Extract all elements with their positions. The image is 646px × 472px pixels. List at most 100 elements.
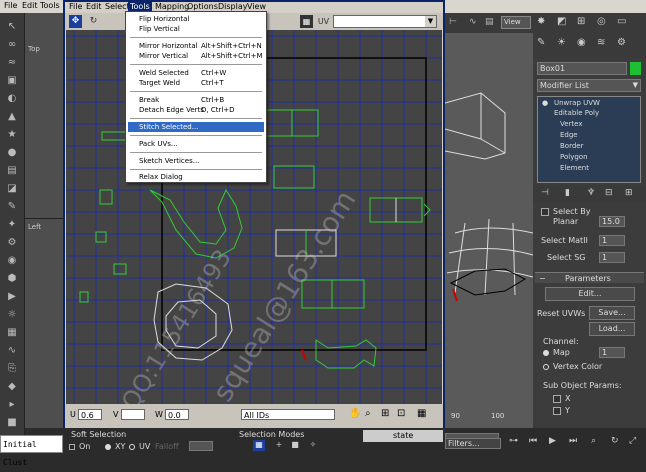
stop-icon[interactable]: ■ <box>5 417 19 429</box>
stack-item-border[interactable]: Border <box>560 142 583 150</box>
stack-item-unwrap-uvw[interactable]: Unwrap UVW <box>554 99 600 107</box>
goto-end-icon[interactable]: ⏭ <box>569 436 577 446</box>
uv-menu-tools[interactable]: Tools <box>128 2 152 11</box>
play-icon[interactable]: ▸ <box>5 399 19 411</box>
menu-item-mirror-vertical[interactable]: Mirror Vertical Alt+Shift+Ctrl+M <box>128 51 264 61</box>
edge-mode-icon[interactable]: + <box>273 440 285 451</box>
select-matid-spinner[interactable]: 1 <box>599 235 625 246</box>
scale-icon[interactable]: ▲ <box>5 111 19 123</box>
parameters-rollout-header[interactable]: − Parameters <box>535 272 644 283</box>
display-tab-icon[interactable]: ▭ <box>617 16 626 27</box>
gear-icon[interactable]: ⚙ <box>5 237 19 249</box>
remove-modifier-icon[interactable]: ⊟ <box>605 188 613 198</box>
configure-sets-icon[interactable]: ⊞ <box>625 188 633 198</box>
wrench-icon[interactable]: ✦ <box>5 219 19 231</box>
brush-icon[interactable]: ✎ <box>5 201 19 213</box>
element-mode-icon[interactable]: ✧ <box>307 440 319 451</box>
move-icon[interactable]: ✥ <box>69 15 82 28</box>
vertex-color-radio[interactable] <box>543 364 549 370</box>
rotate-icon[interactable]: ↻ <box>87 15 100 28</box>
modifier-list-dropdown[interactable]: Modifier List ▼ <box>537 79 641 92</box>
left-viewports[interactable]: Top Left <box>25 13 63 428</box>
menu-item-pack-uvs[interactable]: Pack UVs... <box>128 139 264 149</box>
map-radio[interactable] <box>543 350 549 356</box>
link-icon[interactable]: ∞ <box>5 39 19 51</box>
pin-stack-icon[interactable]: ⊣ <box>541 188 549 198</box>
x-checkbox[interactable] <box>553 395 561 403</box>
system-icon[interactable]: ⚙ <box>617 37 626 48</box>
stack-item-editable-poly[interactable]: Editable Poly <box>554 109 599 117</box>
menu-item-mirror-horizontal[interactable]: Mirror Horizontal Alt+Shift+Ctrl+N <box>128 41 264 51</box>
checker-icon[interactable]: ▦ <box>300 15 313 28</box>
orbit-icon[interactable]: ↻ <box>611 436 619 446</box>
modifier-stack[interactable]: ● Unwrap UVW Editable Poly Vertex Edge B… <box>537 96 641 183</box>
create-tab-icon[interactable]: ✸ <box>537 16 545 27</box>
light-icon[interactable]: ☼ <box>5 309 19 321</box>
reset-uvws-label[interactable]: Reset UVWs <box>537 309 585 318</box>
bind-icon[interactable]: ≈ <box>5 57 19 69</box>
light-icon[interactable]: ☀ <box>557 37 566 48</box>
load-button[interactable]: Load... <box>589 322 635 336</box>
w-field[interactable]: 0.0 <box>165 409 189 420</box>
zoom-icon[interactable]: ⌕ <box>365 408 377 420</box>
grid-snap-icon[interactable]: ▦ <box>417 408 433 420</box>
stack-item-element[interactable]: Element <box>560 164 589 172</box>
hierarchy-tab-icon[interactable]: ⊞ <box>577 16 585 27</box>
utilities-tab-icon[interactable]: ✎ <box>537 37 545 48</box>
edit-button[interactable]: Edit... <box>545 287 635 301</box>
curve-icon[interactable]: ∿ <box>469 17 481 29</box>
menu-item-flip-horizontal[interactable]: Flip Horizontal <box>128 14 264 24</box>
camera-icon[interactable]: ▶ <box>5 291 19 303</box>
make-unique-icon[interactable]: ♆ <box>587 188 595 198</box>
script-icon[interactable]: ⎘ <box>5 363 19 375</box>
filters-button[interactable]: Filters... <box>445 438 501 449</box>
star-icon[interactable]: ★ <box>5 129 19 141</box>
object-color-swatch[interactable] <box>630 62 641 75</box>
uv-radio[interactable] <box>129 444 135 450</box>
vertex-mode-icon[interactable]: ▦ <box>253 440 265 451</box>
helper-icon[interactable]: ≋ <box>597 37 605 48</box>
stack-item-edge[interactable]: Edge <box>560 131 578 139</box>
planar-spinner[interactable]: 15.0 <box>599 216 625 227</box>
bone-icon[interactable]: ⊢ <box>449 17 461 29</box>
play-icon[interactable]: ▶ <box>549 436 556 446</box>
goto-start-icon[interactable]: ⏮ <box>529 436 537 446</box>
render-icon[interactable]: ● <box>5 147 19 159</box>
modify-tab-icon[interactable]: ◩ <box>557 16 566 27</box>
view-dropdown[interactable]: View <box>501 16 531 29</box>
menu-file[interactable]: File <box>4 1 17 10</box>
stack-item-vertex[interactable]: Vertex <box>560 120 583 128</box>
uv-menu-view[interactable]: View <box>245 2 268 11</box>
object-name-field[interactable]: Box01 <box>537 62 627 75</box>
chevron-down-icon[interactable]: ▼ <box>425 16 436 27</box>
show-end-result-icon[interactable]: ▮ <box>565 188 570 198</box>
falloff-spinner[interactable] <box>189 441 213 451</box>
menu-tools[interactable]: Tools <box>40 1 60 10</box>
grid-icon[interactable]: ▦ <box>5 327 19 339</box>
motion-tab-icon[interactable]: ◎ <box>597 16 606 27</box>
menu-item-sketch-vertices[interactable]: Sketch Vertices... <box>128 156 264 166</box>
menu-item-detach-edge-verts[interactable]: Detach Edge Verts D, Ctrl+D <box>128 105 264 115</box>
on-checkbox[interactable] <box>69 444 75 450</box>
select-filter-icon[interactable]: ▣ <box>5 75 19 87</box>
layer-icon[interactable]: ▤ <box>485 17 497 29</box>
xy-radio[interactable] <box>105 444 111 450</box>
layer-icon[interactable]: ▤ <box>5 165 19 177</box>
save-button[interactable]: Save... <box>589 306 635 320</box>
curve-icon[interactable]: ∿ <box>5 345 19 357</box>
uv-menu-options[interactable]: Options <box>185 2 220 11</box>
menu-item-stitch-selected[interactable]: Stitch Selected... <box>128 122 264 132</box>
select-sg-spinner[interactable]: 1 <box>599 252 625 263</box>
filter-dropdown[interactable]: All IDs <box>241 409 335 420</box>
menu-item-relax-dialog[interactable]: Relax Dialog <box>128 172 264 182</box>
keyframe-icon[interactable]: ◆ <box>5 381 19 393</box>
left-viewport-label[interactable]: Left <box>28 223 41 231</box>
material-icon[interactable]: ⬢ <box>5 273 19 285</box>
pan-icon[interactable]: ✋ <box>349 408 361 420</box>
face-mode-icon[interactable]: ■ <box>289 440 301 451</box>
uv-menu-file[interactable]: File <box>67 2 84 11</box>
teapot-icon[interactable]: ◉ <box>5 255 19 267</box>
texture-dropdown[interactable]: ▼ <box>333 15 437 28</box>
camera-icon[interactable]: ◉ <box>577 37 586 48</box>
selection-set-field[interactable]: state <box>363 430 443 442</box>
